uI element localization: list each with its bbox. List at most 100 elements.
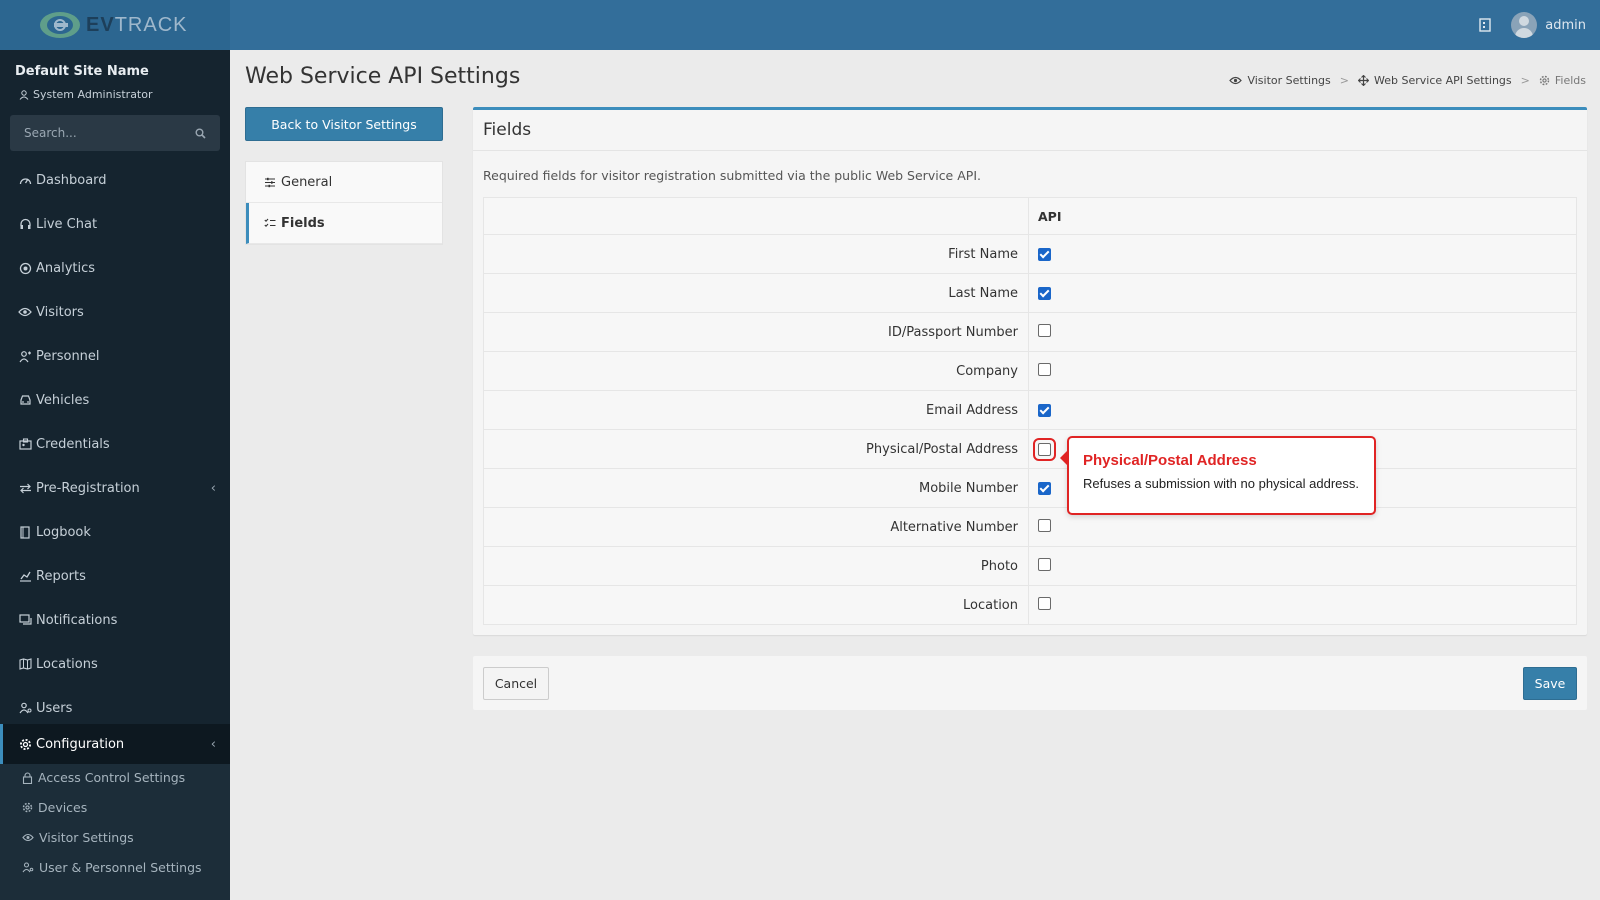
- last-name-checkbox[interactable]: [1038, 286, 1051, 300]
- book-icon: [18, 525, 32, 539]
- user-role: System Administrator: [19, 88, 153, 101]
- breadcrumb-visitor-settings[interactable]: Visitor Settings: [1247, 74, 1330, 87]
- email-address-checkbox[interactable]: [1038, 403, 1051, 417]
- users-icon: [18, 701, 32, 715]
- field-label: Last Name: [484, 274, 1029, 312]
- field-label: Mobile Number: [484, 469, 1029, 507]
- column-header-api: API: [1038, 208, 1062, 224]
- sidebar-item-logbook[interactable]: Logbook: [0, 512, 230, 552]
- sidebar-subitem-access-control[interactable]: Access Control Settings: [22, 770, 185, 785]
- search-icon[interactable]: [195, 128, 206, 139]
- fields-description: Required fields for visitor registration…: [483, 168, 981, 183]
- sidebar-subitem-user-personnel[interactable]: User & Personnel Settings: [22, 860, 202, 875]
- search-input[interactable]: [24, 126, 195, 140]
- sidebar-subitem-label: User & Personnel Settings: [39, 860, 202, 875]
- sidebar-item-personnel[interactable]: Personnel: [0, 336, 230, 376]
- field-label: ID/Passport Number: [484, 313, 1029, 351]
- user-group-icon: [18, 349, 32, 363]
- sidebar: Default Site Name System Administrator D…: [0, 50, 230, 900]
- sidebar-item-label: Users: [36, 700, 73, 716]
- page-title: Web Service API Settings: [245, 64, 521, 89]
- sidebar-item-vehicles[interactable]: Vehicles: [0, 380, 230, 420]
- sidebar-item-analytics[interactable]: Analytics: [0, 248, 230, 288]
- sidebar-item-notifications[interactable]: Notifications: [0, 600, 230, 640]
- sidebar-item-users[interactable]: Users: [0, 688, 230, 728]
- sidebar-item-reports[interactable]: Reports: [0, 556, 230, 596]
- sidebar-item-label: Dashboard: [36, 172, 107, 188]
- sidebar-item-label: Configuration: [36, 736, 125, 752]
- sidebar-subitem-visitor-settings[interactable]: Visitor Settings: [22, 830, 134, 845]
- mobile-number-checkbox[interactable]: [1038, 481, 1051, 495]
- sidebar-item-dashboard[interactable]: Dashboard: [0, 160, 230, 200]
- table-row: Company: [484, 351, 1576, 390]
- sidebar-item-label: Analytics: [36, 260, 96, 276]
- sidebar-item-label: Visitors: [36, 304, 84, 320]
- alternative-number-checkbox[interactable]: [1038, 518, 1051, 532]
- field-label: Location: [484, 586, 1029, 624]
- fields-panel-title: Fields: [473, 110, 1587, 151]
- field-label: Company: [484, 352, 1029, 390]
- user-role-label: System Administrator: [33, 88, 153, 101]
- sidebar-subitem-devices[interactable]: Devices: [22, 800, 87, 815]
- table-row: Alternative Number: [484, 507, 1576, 546]
- arrows-icon: [18, 481, 32, 495]
- sidebar-item-live-chat[interactable]: Live Chat: [0, 204, 230, 244]
- location-checkbox[interactable]: [1038, 596, 1051, 610]
- sidebar-item-label: Personnel: [36, 348, 100, 364]
- sidebar-item-configuration[interactable]: Configuration ‹: [0, 724, 230, 764]
- table-row: First Name: [484, 234, 1576, 273]
- breadcrumb-fields: Fields: [1554, 74, 1586, 87]
- id-card-icon: [18, 437, 32, 451]
- breadcrumb-separator: >: [1339, 74, 1349, 87]
- checklist-icon: [264, 218, 276, 229]
- gear-icon: [18, 737, 32, 751]
- company-checkbox[interactable]: [1038, 362, 1051, 376]
- chart-icon: [18, 569, 32, 583]
- avatar[interactable]: [1511, 12, 1538, 38]
- sidebar-search[interactable]: [10, 115, 220, 151]
- sidebar-item-label: Notifications: [36, 612, 118, 628]
- site-name: Default Site Name: [15, 64, 149, 79]
- gear-icon: [1539, 75, 1550, 86]
- sidebar-item-credentials[interactable]: Credentials: [0, 424, 230, 464]
- chevron-left-icon: ‹: [210, 736, 216, 752]
- sidebar-item-label: Credentials: [36, 436, 110, 452]
- save-button[interactable]: Save: [1523, 667, 1577, 700]
- sidebar-item-pre-registration[interactable]: Pre-Registration ‹: [0, 468, 230, 508]
- configuration-submenu: Access Control Settings Devices Visitor …: [0, 764, 230, 900]
- physical-postal-address-checkbox[interactable]: [1038, 442, 1051, 456]
- sidebar-item-locations[interactable]: Locations: [0, 644, 230, 684]
- photo-checkbox[interactable]: [1038, 557, 1051, 571]
- eye-icon: [1229, 76, 1243, 85]
- tooltip-body: Refuses a submission with no physical ad…: [1083, 476, 1360, 491]
- building-icon[interactable]: [1479, 18, 1491, 32]
- logo[interactable]: EVTRACK: [0, 0, 230, 50]
- car-icon: [18, 393, 32, 407]
- cancel-button[interactable]: Cancel: [483, 667, 549, 700]
- breadcrumb: Visitor Settings > Web Service API Setti…: [1229, 74, 1586, 87]
- sidebar-item-label: Live Chat: [36, 216, 98, 232]
- table-row: Location: [484, 585, 1576, 624]
- back-to-visitor-settings-button[interactable]: Back to Visitor Settings: [245, 107, 443, 141]
- map-icon: [18, 657, 32, 671]
- breadcrumb-separator: >: [1520, 74, 1530, 87]
- menu-item-general[interactable]: General: [246, 162, 442, 203]
- logo-text: EVTRACK: [86, 13, 188, 36]
- dashboard-icon: [18, 173, 32, 187]
- move-icon: [1358, 75, 1369, 86]
- sidebar-subitem-label: Devices: [38, 800, 88, 815]
- id-passport-checkbox[interactable]: [1038, 323, 1051, 337]
- menu-item-label: General: [281, 174, 333, 190]
- menu-item-fields[interactable]: Fields: [246, 203, 442, 244]
- sidebar-item-visitors[interactable]: Visitors: [0, 292, 230, 332]
- eye-icon: [18, 305, 32, 319]
- field-label: Alternative Number: [484, 508, 1029, 546]
- chevron-left-icon: ‹: [210, 480, 216, 496]
- menu-item-label: Fields: [281, 215, 325, 231]
- breadcrumb-web-service[interactable]: Web Service API Settings: [1374, 74, 1512, 87]
- settings-menu: General Fields: [245, 161, 443, 245]
- table-header-blank: [484, 198, 1029, 234]
- first-name-checkbox[interactable]: [1038, 247, 1051, 261]
- sidebar-item-label: Pre-Registration: [36, 480, 140, 496]
- user-name[interactable]: admin: [1545, 18, 1586, 33]
